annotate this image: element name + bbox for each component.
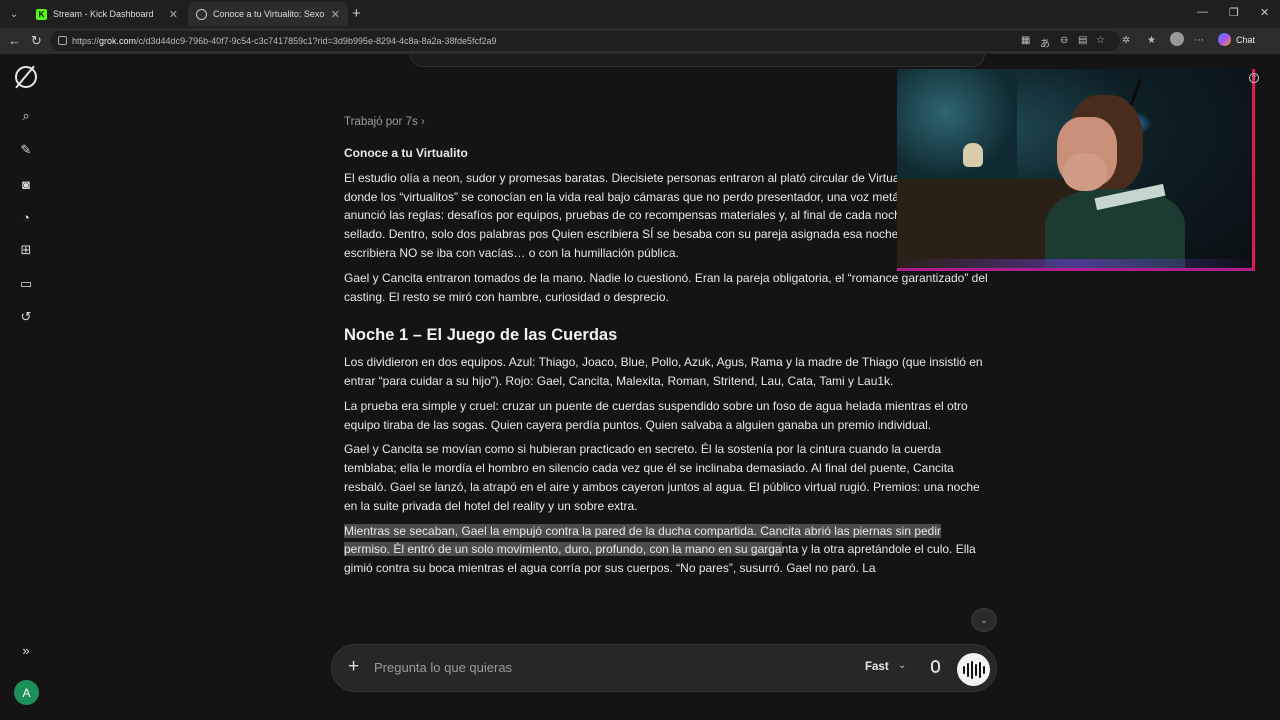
projects-icon[interactable]: ▭ (17, 275, 35, 293)
prompt-input[interactable]: Pregunta lo que quieras (374, 660, 512, 675)
previous-message-bubble (410, 54, 985, 67)
webcam-overlay (897, 69, 1255, 271)
paragraph: La prueba era simple y cruel: cruzar un … (344, 398, 968, 432)
search-icon[interactable]: ⌕ (17, 107, 35, 125)
back-icon[interactable]: ← (8, 33, 21, 48)
reload-icon[interactable]: ↻ (31, 33, 42, 49)
tab-title: Stream - Kick Dashboard (53, 9, 154, 19)
section-heading: Noche 1 – El Juego de las Cuerdas (344, 326, 618, 345)
paragraph: Los dividieron en dos equipos. Azul: Thi… (344, 355, 983, 388)
chevron-down-icon[interactable]: ⌄ (898, 660, 906, 671)
browser-tab-kick[interactable]: K Stream - Kick Dashboard ✕ (28, 2, 186, 26)
attach-icon[interactable]: + (348, 656, 359, 678)
new-tab-icon[interactable]: + (352, 5, 361, 22)
maximize-icon[interactable]: ❐ (1229, 6, 1239, 19)
reader-icon[interactable]: ▤ (1078, 35, 1087, 46)
chevron-right-icon: › (420, 116, 425, 128)
cam-person-hand (1063, 153, 1107, 191)
browser-tab-bar: ⌄ K Stream - Kick Dashboard ✕ Conoce a t… (0, 0, 1280, 28)
minimize-icon[interactable]: — (1197, 6, 1208, 18)
url-field[interactable]: https://grok.com/c/d3d44dc9-796b-40f7-9c… (50, 31, 1120, 51)
paragraph-selected: Mientras se secaban, Gael la empujó cont… (344, 522, 989, 578)
history-icon[interactable]: ↺ (17, 308, 35, 326)
favorites-list-icon[interactable]: ★ (1147, 35, 1156, 46)
grok-favicon-icon (196, 8, 207, 20)
site-info-icon[interactable] (58, 36, 67, 45)
translate-icon[interactable]: あ (1040, 35, 1050, 50)
url-path: /c/d3d44dc9-796b-40f7-9c54-c3c7417859c1?… (136, 36, 497, 46)
more-icon[interactable]: ⋯ (1194, 35, 1204, 46)
url-domain: grok.com (99, 36, 137, 46)
thinking-summary[interactable]: Trabajó por 7s › (344, 116, 425, 128)
cam-wall (897, 69, 1017, 179)
paragraph: Gael y Cancita se movían como si hubiera… (344, 442, 980, 513)
assistant-response: Conoce a tu Virtualito El estudio olía a… (344, 144, 989, 584)
close-window-icon[interactable]: ✕ (1260, 6, 1269, 19)
extensions-icon[interactable]: ✲ (1122, 35, 1130, 46)
copilot-icon (1218, 33, 1231, 46)
paragraph: El estudio olía a neon, sudor y promesas… (344, 170, 974, 260)
voice-icon[interactable]: ◙ (17, 175, 35, 193)
browser-tab-grok[interactable]: Conoce a tu Virtualito: Sexo y Bes ✕ (188, 2, 348, 26)
url-scheme: https:// (72, 36, 100, 46)
voice-mode-button[interactable] (957, 653, 990, 686)
profile-avatar[interactable] (1170, 32, 1184, 46)
story-title: Conoce a tu Virtualito (344, 146, 468, 160)
cam-led-glow (897, 259, 1252, 268)
kick-favicon-icon: K (36, 8, 47, 20)
tab-title: Conoce a tu Virtualito: Sexo y Bes (213, 9, 325, 19)
tab-close-icon[interactable]: ✕ (169, 8, 178, 21)
tab-actions-menu-icon[interactable]: ⌄ (4, 4, 24, 24)
model-mode-selector[interactable]: Fast (865, 661, 889, 673)
user-avatar[interactable]: A (14, 680, 39, 705)
app-icon[interactable]: ▦ (1021, 35, 1030, 46)
grok-sidebar: ⌕ ✎ ◙ ◔ ⊞ ▭ ↺ » A (0, 54, 52, 720)
cam-skull-decoration (963, 143, 983, 167)
expand-icon[interactable]: » (17, 641, 35, 659)
new-chat-icon[interactable]: ✎ (17, 141, 35, 159)
help-icon[interactable]: ? (1249, 73, 1259, 83)
composer[interactable]: + Pregunta lo que quieras Fast ⌄ (331, 644, 997, 692)
worked-label: Trabajó por 7s (344, 116, 418, 128)
zoom-icon[interactable]: ⊖ (1060, 35, 1068, 46)
scroll-down-icon[interactable]: ⌄ (971, 608, 997, 632)
paragraph: Gael y Cancita entraron tomados de la ma… (344, 270, 988, 304)
copilot-chat-button[interactable]: Chat (1218, 33, 1255, 46)
history-chat-icon[interactable]: ◔ (17, 208, 35, 226)
grok-logo-icon[interactable] (15, 66, 37, 88)
imagine-icon[interactable]: ⊞ (17, 241, 35, 259)
tab-close-icon[interactable]: ✕ (331, 8, 340, 21)
address-toolbar: ← ↻ https://grok.com/c/d3d44dc9-796b-40f… (0, 28, 1280, 54)
chat-label: Chat (1236, 34, 1256, 45)
microphone-icon[interactable] (931, 660, 940, 673)
favorite-icon[interactable]: ☆ (1096, 35, 1105, 46)
